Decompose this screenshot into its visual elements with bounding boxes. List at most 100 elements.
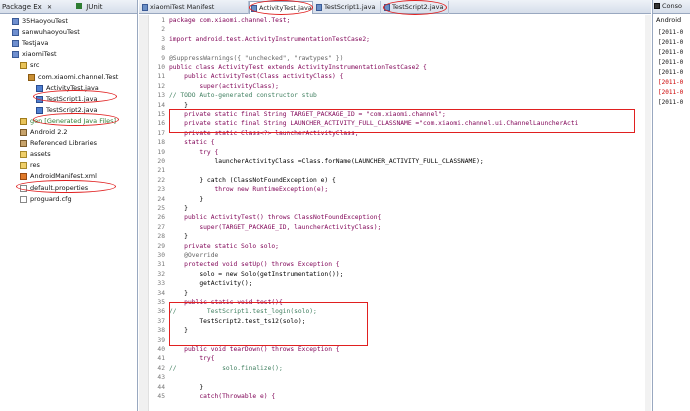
tree-node-label: proguard.cfg (30, 194, 72, 203)
java-file-icon (36, 106, 43, 114)
folder-icon (20, 151, 27, 159)
code-text: try{ (169, 355, 215, 363)
file-icon (20, 184, 27, 192)
editor-scrollbar[interactable] (645, 15, 651, 411)
code-text: solo = new Solo(getInstrumentation()); (169, 270, 344, 278)
console-log-line: [2011-0 (658, 49, 684, 56)
code-text: public void tearDown() throws Exception … (169, 346, 340, 353)
java-file-icon (36, 95, 43, 103)
source-folder-icon (20, 117, 27, 125)
code-text: launcherActivityClass =Class.forName(LAU… (169, 158, 484, 165)
tree-node-label: xiaomiTest (22, 50, 57, 59)
editor-tab[interactable]: TestScript2.java (383, 1, 449, 14)
manifest-file-icon (142, 4, 148, 11)
code-text: protected void setUp() throws Exception … (169, 261, 340, 269)
code-text: // TestScript1.test_login(solo); (169, 308, 317, 316)
code-text: // solo.finalize(); (169, 364, 283, 372)
code-text: private static Class<?> launcherActivity… (169, 129, 359, 137)
java-file-icon (316, 4, 322, 11)
tree-node-label: default.properties (30, 183, 89, 192)
tree-node-label: AndroidManifest.xml (30, 172, 97, 181)
editor-tab[interactable]: xiaomiTest Manifest (141, 1, 249, 14)
folder-icon (20, 162, 27, 170)
library-icon (20, 140, 27, 148)
package-explorer: Package Ex ✕ JUnit 35HaoyouTest sanwuhaoy… (0, 0, 138, 411)
editor-tab[interactable]: ActivityTest.java (249, 1, 313, 14)
code-text: public class ActivityTest extends Activi… (169, 64, 427, 71)
java-file-icon (36, 84, 43, 92)
code-text: } (169, 205, 188, 212)
code-text: @SuppressWarnings({ "unchecked", "rawtyp… (169, 54, 344, 62)
code-text: TestScript2.test_ts12(solo); (169, 317, 306, 325)
line-number: 45 (157, 393, 165, 400)
tree-node-label: TestScript1.java (46, 94, 98, 103)
tree-node-label: Testjava (22, 39, 49, 48)
code-text: import android.test.ActivityInstrumentat… (169, 35, 370, 43)
console-log-line: [2011-0 (658, 99, 684, 106)
junit-icon (76, 3, 82, 9)
tab-console[interactable]: Conso (653, 0, 690, 14)
source-folder-icon (20, 62, 27, 70)
junit-tab-label: JUnit (86, 3, 103, 11)
tree-node-label: assets (30, 150, 51, 159)
editor-tab-label: TestScript1.java (324, 3, 376, 11)
code-text: private static final String LAUNCHER_ACT… (169, 120, 579, 128)
code-text: try { (169, 148, 219, 156)
project-icon (12, 18, 19, 25)
code-text: public ActivityTest(Class activityClass)… (169, 73, 344, 81)
code-text: getActivity(); (169, 280, 253, 288)
code-text: catch(Throwable e) { (169, 393, 276, 400)
console-icon (654, 3, 660, 9)
code-text: // TODO Auto-generated constructor stub (169, 92, 317, 100)
code-text: super(TARGET_PACKAGE_ID, launcherActivit… (169, 223, 382, 231)
code-text: } (169, 233, 188, 241)
console-panel: Conso Android [2011-0 [2011-0 [2011-0 [2011… (652, 0, 690, 411)
code-text: throw new RuntimeException(e); (169, 186, 329, 194)
code-text: public static void test(){ (169, 299, 283, 306)
code-text: } (169, 289, 188, 297)
code-text: } (169, 195, 204, 203)
tab-junit[interactable]: JUnit (76, 2, 103, 14)
package-icon (28, 73, 35, 81)
code-text: super(activityClass); (169, 82, 279, 90)
code-text: } (169, 101, 188, 109)
package-explorer-tab-label: Package Ex (2, 3, 42, 11)
xml-file-icon (20, 173, 27, 181)
file-icon (20, 195, 27, 203)
tree-node-label: res (30, 161, 40, 170)
editor-tab-label: xiaomiTest Manifest (150, 3, 215, 11)
console-subtitle: Android (656, 16, 682, 24)
code-text: static { (169, 139, 215, 147)
java-file-icon (251, 5, 257, 12)
tree-node-label: sanwuhaoyouTest (22, 28, 80, 37)
code-text: @Override (169, 252, 219, 259)
console-log-line: [2011-0 (658, 39, 684, 46)
tree-node-label: ActivityTest.java (46, 83, 99, 92)
tree-node-label: Android 2.2 (30, 128, 68, 136)
library-icon (20, 129, 27, 136)
project-icon (12, 29, 19, 37)
console-log-line: [2011-0 (658, 29, 684, 36)
console-log-line: [2011-0 (658, 89, 684, 96)
tree-node-label: Referenced Libraries (30, 139, 97, 148)
project-icon (12, 51, 19, 59)
tree-node-label: gen [Generated Java Files] (30, 116, 116, 125)
tree-node-label: TestScript2.java (46, 105, 98, 114)
editor-tab-bar: xiaomiTest Manifest ActivityTest.java Test… (139, 0, 651, 14)
tree-node-label: com.xiaomi.channel.Test (38, 72, 119, 81)
code-area[interactable]: 1 package com.xiaomi.channel.Test; 2 3 impor… (149, 15, 651, 411)
project-icon (12, 40, 19, 48)
close-icon[interactable]: ✕ (47, 4, 52, 11)
code-text: private static Solo solo; (169, 242, 279, 250)
console-log-line: [2011-0 (658, 69, 684, 76)
console-log-line: [2011-0 (658, 59, 684, 66)
left-tab-bar: Package Ex ✕ JUnit (0, 0, 137, 14)
code-text: private static final String TARGET_PACKA… (169, 111, 446, 118)
console-log-line: [2011-0 (658, 79, 684, 86)
eclipse-window: Package Ex ✕ JUnit 35HaoyouTest sanwuhaoy… (0, 0, 690, 411)
tab-package-explorer[interactable]: Package Ex ✕ (2, 2, 52, 14)
editor-tab[interactable]: TestScript1.java (315, 1, 381, 14)
java-file-icon (384, 4, 390, 11)
code-line[interactable]: 45 catch(Throwable e) { (149, 392, 651, 402)
code-text: package com.xiaomi.channel.Test; (169, 17, 291, 24)
